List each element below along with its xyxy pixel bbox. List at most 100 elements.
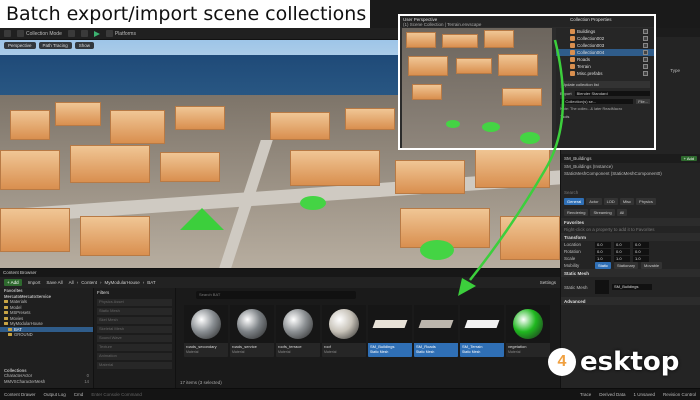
tab-general[interactable]: General	[564, 198, 585, 205]
location-z-field[interactable]: 0.0	[633, 241, 649, 248]
filter-item[interactable]: Skel Mesh	[97, 317, 172, 324]
rotation-z-field[interactable]: 0.0	[633, 248, 649, 255]
settings-button[interactable]: Settings	[540, 280, 556, 285]
collection-row[interactable]: Collection003	[556, 42, 654, 49]
details-header: SM_Buildings + Add	[561, 154, 700, 163]
static-mesh-section[interactable]: Static Mesh	[561, 269, 700, 277]
mobility-stationary[interactable]: Stationary	[614, 262, 639, 269]
filter-item[interactable]: Animation	[97, 353, 172, 360]
cmd-dropdown[interactable]: Cmd	[74, 392, 84, 397]
console-input[interactable]: Enter Console Command	[91, 392, 211, 397]
rotation-y-field[interactable]: 0.0	[614, 248, 630, 255]
platforms-dropdown[interactable]: Platforms	[105, 30, 136, 37]
unsaved-indicator[interactable]: 1 Unsaved	[633, 392, 655, 397]
content-browser-tab[interactable]: Content Browser	[0, 269, 560, 277]
asset-tile[interactable]: vegetation Material	[506, 305, 550, 357]
inset-viewport[interactable]	[402, 28, 552, 148]
update-collection-button[interactable]: Update collection list	[560, 81, 650, 88]
scale-y-field[interactable]: 1.0	[614, 255, 630, 262]
breadcrumb-house[interactable]: MyModularHouse	[104, 280, 139, 285]
perspective-chip[interactable]: Perspective	[4, 42, 36, 49]
save-icon[interactable]	[4, 30, 11, 37]
asset-tile[interactable]: SM_Buildings Static Mesh	[368, 305, 412, 357]
filter-item[interactable]: Static Mesh	[97, 308, 172, 315]
filter-item[interactable]: Skeletal Mesh	[97, 326, 172, 333]
tab-rendering[interactable]: Rendering	[564, 209, 589, 216]
item-count: 17 items (3 selected)	[180, 380, 222, 385]
static-mesh-picker[interactable]: SM_Buildings	[612, 284, 652, 290]
breadcrumb: All › Content › MyModularHouse › BAT	[68, 280, 156, 285]
tab-streaming[interactable]: Streaming	[590, 209, 615, 216]
filter-item[interactable]: Texture	[97, 344, 172, 351]
details-search[interactable]: Search	[561, 189, 700, 196]
import-button[interactable]: Import	[28, 280, 41, 285]
transform-section[interactable]: Transform	[561, 233, 700, 241]
tab-all[interactable]: All	[616, 209, 628, 216]
collection-checkbox[interactable]	[643, 57, 648, 62]
collection-mode-dropdown[interactable]: Collection Mode	[17, 30, 62, 37]
collection-checkbox[interactable]	[643, 50, 648, 55]
asset-tile[interactable]: roofs_terrace Material	[276, 305, 320, 357]
trace-button[interactable]: Trace	[580, 392, 591, 397]
asset-search-input[interactable]: Search BAT	[196, 291, 356, 299]
location-x-field[interactable]: 0.0	[595, 241, 611, 248]
asset-tile[interactable]: roads_service Material	[230, 305, 274, 357]
blueprint-icon[interactable]	[80, 30, 88, 37]
location-y-field[interactable]: 0.0	[614, 241, 630, 248]
collection-row[interactable]: Terrain	[556, 63, 654, 70]
tab-actor[interactable]: Actor	[586, 198, 602, 205]
asset-tile[interactable]: SM_Roads Static Mesh	[414, 305, 458, 357]
export-format-select[interactable]: Blender Standard	[574, 91, 650, 96]
collection-count-field[interactable]: 3 Collection(s) se...	[560, 99, 634, 104]
asset-tile[interactable]: roads_secondary Material	[184, 305, 228, 357]
asset-tile[interactable]: roof Material	[322, 305, 366, 357]
mobility-static[interactable]: Static	[595, 262, 612, 269]
content-drawer-button[interactable]: Content Drawer	[4, 392, 36, 397]
favorites-section[interactable]: Favorites	[561, 218, 700, 226]
filter-item[interactable]: Material	[97, 362, 172, 369]
breadcrumb-bat[interactable]: BAT	[147, 280, 155, 285]
collection-row[interactable]: Roads	[556, 56, 654, 63]
tab-lod[interactable]: LOD	[603, 198, 618, 205]
add-actor-icon[interactable]	[67, 30, 75, 37]
filter-item[interactable]: Physics Asset	[97, 299, 172, 306]
show-chip[interactable]: Show	[74, 42, 95, 49]
revision-control-button[interactable]: Revision Control	[663, 392, 696, 397]
collection-checkbox[interactable]	[643, 71, 648, 76]
path-tracing-chip[interactable]: Path Tracing	[38, 42, 72, 49]
collection-row[interactable]: Collection002	[556, 35, 654, 42]
scale-z-field[interactable]: 1.0	[633, 255, 649, 262]
instance-row[interactable]: SM_Buildings (Instance)	[561, 163, 700, 170]
collection-checkbox[interactable]	[643, 43, 648, 48]
save-all-button[interactable]: Save All	[46, 280, 62, 285]
tools-section[interactable]: Tools	[560, 114, 650, 119]
filter-item[interactable]: Sound Wave	[97, 335, 172, 342]
scale-x-field[interactable]: 1.0	[595, 255, 611, 262]
asset-name: vegetation	[508, 344, 527, 349]
rotation-x-field[interactable]: 0.0	[595, 248, 611, 255]
breadcrumb-all[interactable]: All	[69, 280, 74, 285]
asset-tile[interactable]: SM_Terrain Static Mesh	[460, 305, 504, 357]
output-log-button[interactable]: Output Log	[44, 392, 66, 397]
collection-checkbox[interactable]	[643, 29, 648, 34]
mobility-movable[interactable]: Movable	[641, 262, 663, 269]
favorites-hint: Right-click on a property to add it to F…	[564, 227, 655, 232]
collection-checkbox[interactable]	[643, 36, 648, 41]
add-component-button[interactable]: + Add	[680, 156, 697, 161]
advanced-section[interactable]: Advanced	[561, 297, 700, 305]
collection-row[interactable]: Misc.prefabs	[556, 70, 654, 77]
mode-icon	[17, 30, 24, 37]
breadcrumb-content[interactable]: Content	[81, 280, 97, 285]
collection-label: Collection003	[577, 43, 605, 48]
tab-physics[interactable]: Physics	[636, 198, 656, 205]
collection-row[interactable]: Collection004	[556, 49, 654, 56]
collection-checkbox[interactable]	[643, 64, 648, 69]
play-icon[interactable]	[93, 30, 100, 37]
derived-data-button[interactable]: Derived Data	[599, 392, 625, 397]
tab-misc[interactable]: Misc	[619, 198, 635, 205]
collection-item[interactable]: MMVSCharacterMesh 14	[0, 379, 93, 385]
file-button[interactable]: File...	[636, 99, 650, 104]
add-button[interactable]: + Add	[4, 279, 22, 286]
collection-row[interactable]: Buildings	[556, 28, 654, 35]
component-row[interactable]: StaticMeshComponent (StaticMeshComponent…	[561, 170, 700, 177]
